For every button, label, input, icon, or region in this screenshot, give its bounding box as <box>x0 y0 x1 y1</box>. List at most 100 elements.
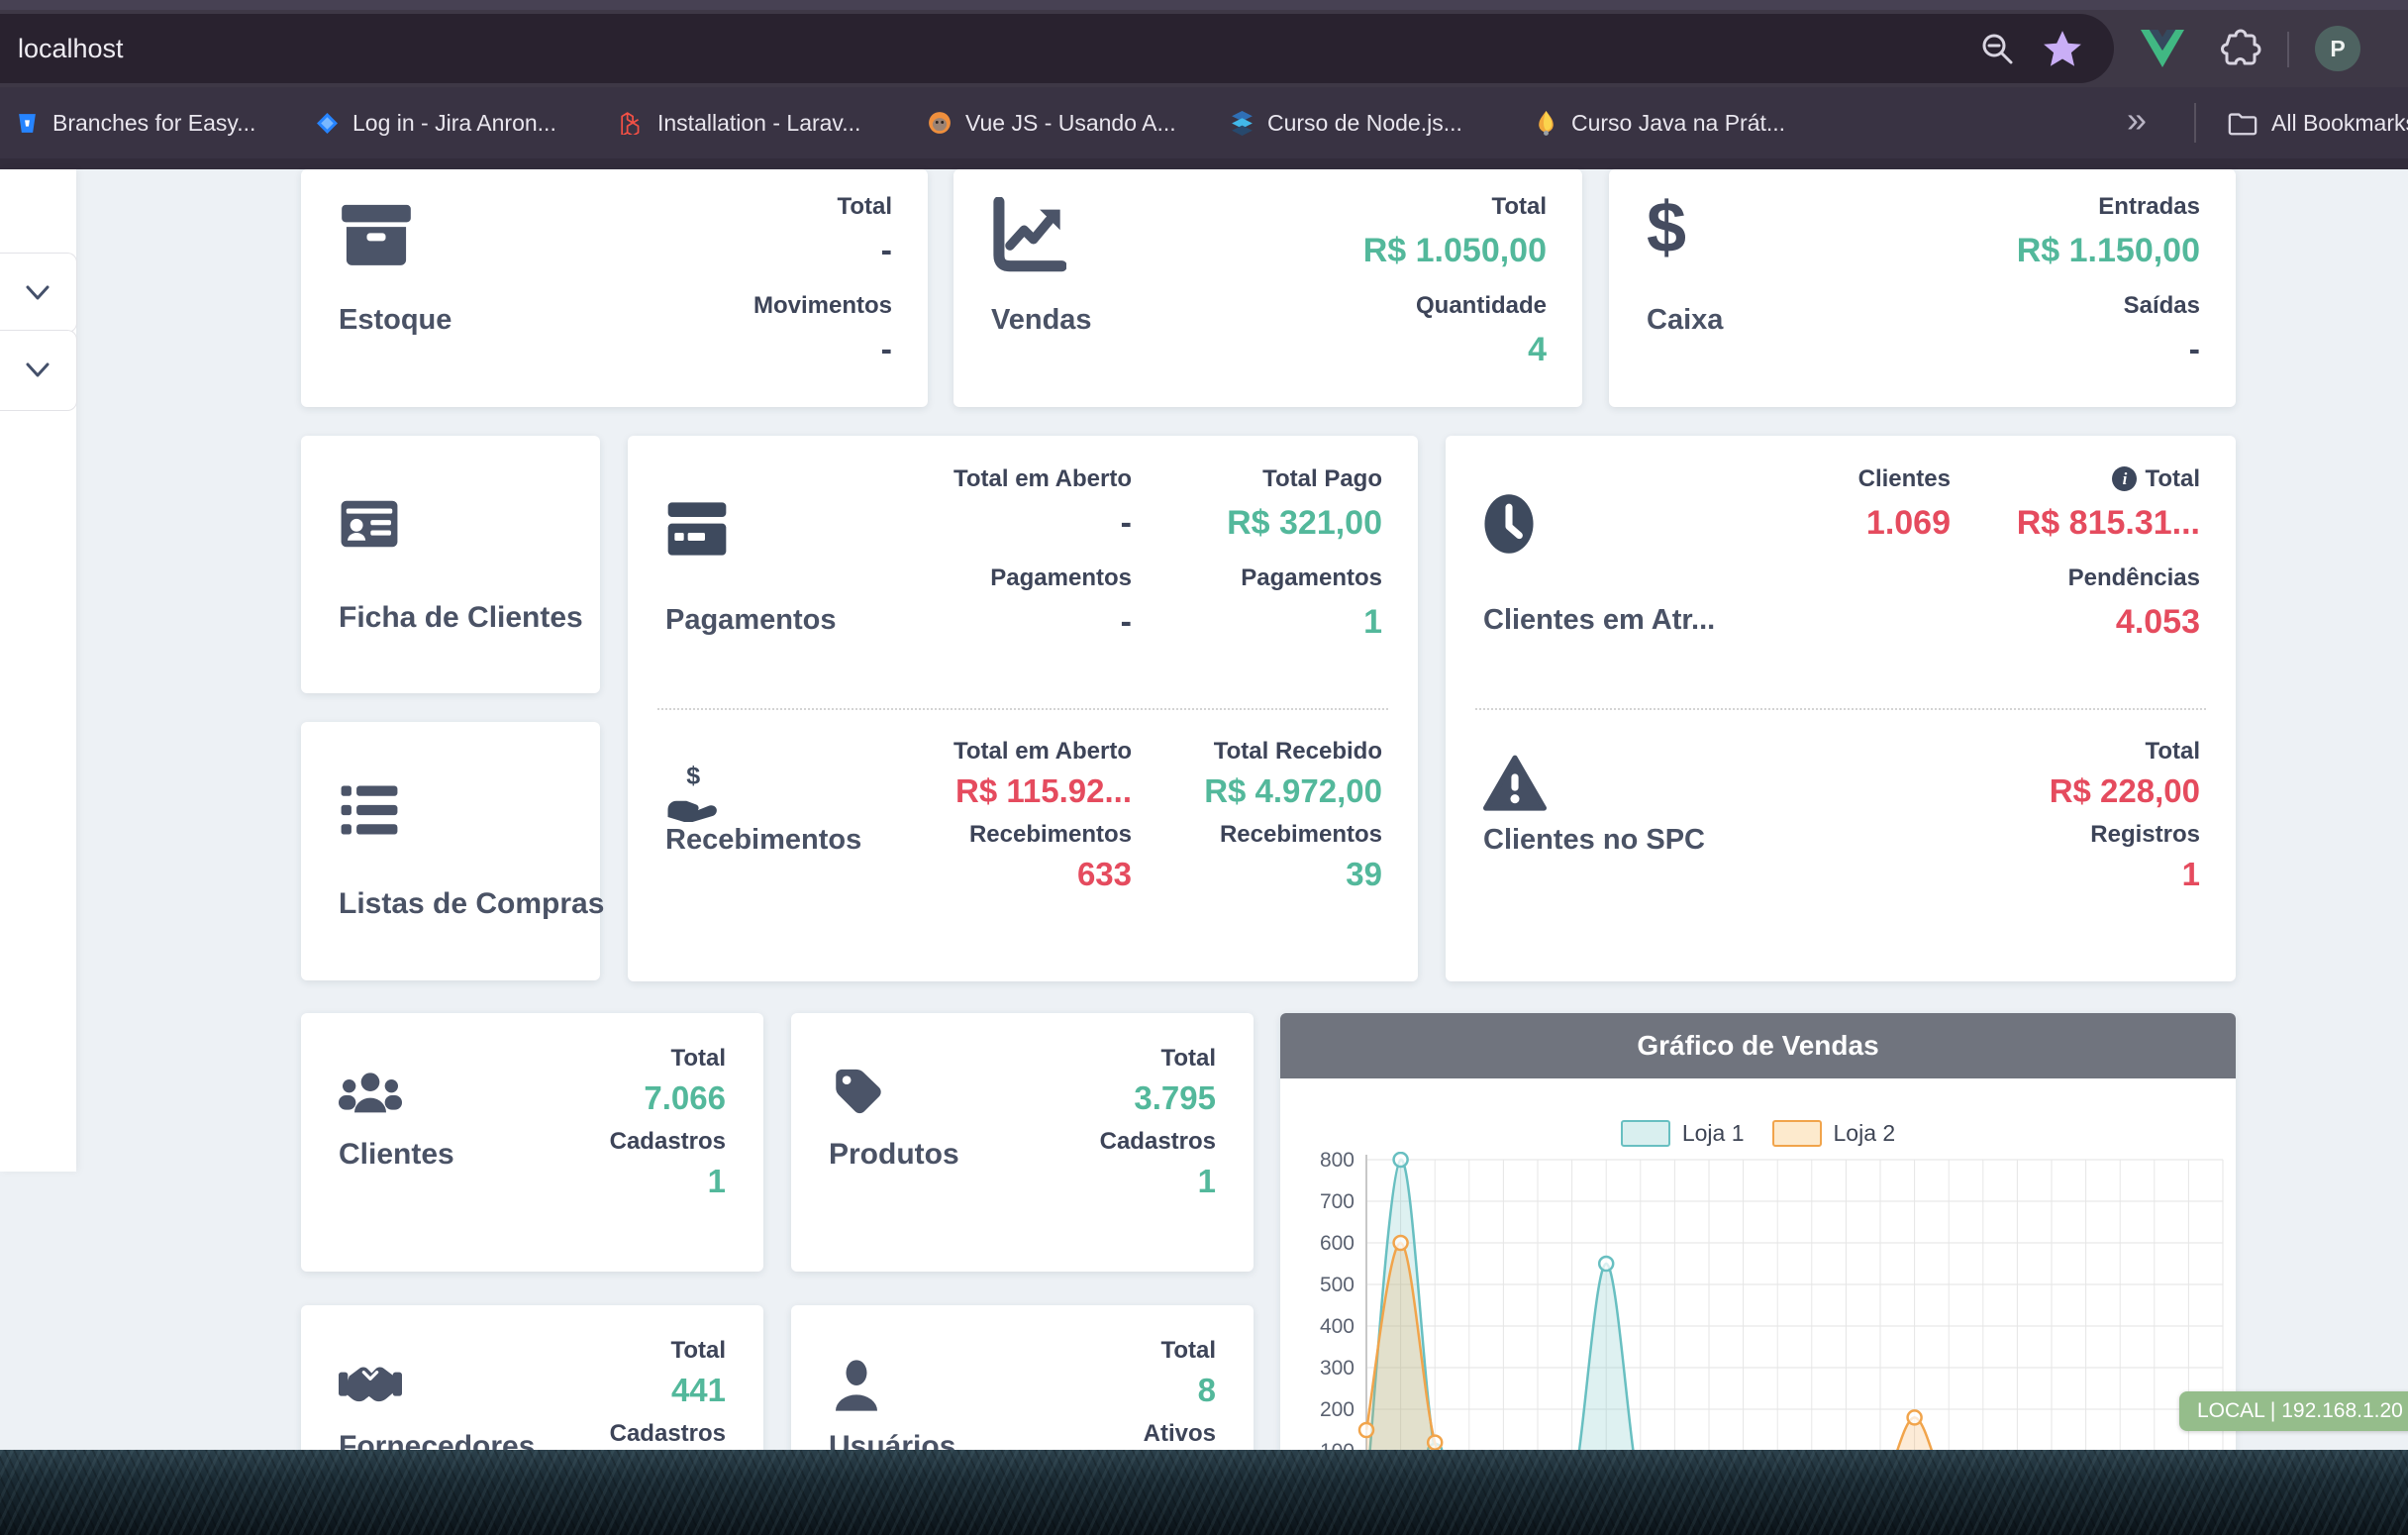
sidebar-collapse-item-2[interactable] <box>0 330 77 411</box>
bookmark-label: Installation - Larav... <box>657 110 860 137</box>
sidebar-collapse-item-1[interactable] <box>0 253 77 333</box>
browser-toolbar: localhost P <box>0 10 2408 87</box>
svg-text:300: 300 <box>1320 1357 1354 1380</box>
legend-item-loja2[interactable]: Loja 2 <box>1772 1120 1896 1147</box>
profile-avatar[interactable]: P <box>2315 26 2360 71</box>
stat-value: 39 <box>1204 853 1382 896</box>
stat-label: Total <box>610 1041 726 1076</box>
stat-label: iTotal <box>2017 461 2200 497</box>
stat-label: Total <box>610 1333 726 1369</box>
stat-label: Cadastros <box>610 1124 726 1160</box>
all-bookmarks-label: All Bookmarks <box>2271 110 2408 137</box>
bookmarks-overflow-chevron[interactable]: » <box>2127 87 2147 158</box>
desktop-wallpaper-ocean <box>0 1450 2408 1535</box>
stat-label: Cadastros <box>610 1416 726 1452</box>
bookmark-item[interactable]: Log in - Jira Anron... <box>316 87 556 158</box>
bookmark-label: Curso Java na Prát... <box>1571 110 1785 137</box>
stat-value: 1 <box>2050 853 2200 896</box>
card-title: Clientes em Atr... <box>1483 604 1715 637</box>
svg-text:700: 700 <box>1320 1190 1354 1213</box>
stat-value: R$ 228,00 <box>2050 769 2200 813</box>
bookmark-label: Vue JS - Usando A... <box>965 110 1176 137</box>
stat-label: Movimentos <box>753 288 892 324</box>
vue-devtools-icon[interactable] <box>2141 30 2184 72</box>
credit-card-icon <box>665 497 729 561</box>
card-ficha-clientes[interactable]: Ficha de Clientes <box>301 436 600 693</box>
card-pagamentos-recebimentos[interactable]: Pagamentos Total em Aberto - Pagamentos … <box>628 436 1418 981</box>
stat-label: Total <box>1100 1041 1216 1076</box>
svg-text:600: 600 <box>1320 1232 1354 1255</box>
all-bookmarks-button[interactable]: All Bookmarks <box>2228 87 2408 158</box>
card-title: Vendas <box>991 304 1092 337</box>
card-estoque[interactable]: Estoque Total - Movimentos - <box>301 169 928 407</box>
bookmark-item[interactable]: Curso Java na Prát... <box>1535 87 1785 158</box>
tab-strip <box>0 0 2408 10</box>
svg-text:800: 800 <box>1320 1152 1354 1172</box>
svg-text:500: 500 <box>1320 1274 1354 1296</box>
card-title: Clientes <box>339 1138 454 1172</box>
stat-label: Total <box>753 189 892 225</box>
list-icon <box>339 779 400 841</box>
stat-value: 4 <box>1363 324 1547 375</box>
stat-value: - <box>753 225 892 276</box>
chevron-down-icon <box>21 280 54 306</box>
stat-value: - <box>2017 324 2200 375</box>
stat-value: 4.053 <box>2017 596 2200 648</box>
info-icon[interactable]: i <box>2112 466 2137 491</box>
card-produtos[interactable]: Produtos Total 3.795 Cadastros 1 <box>791 1013 1254 1272</box>
stat-label: Pendências <box>2017 561 2200 596</box>
chart-title: Gráfico de Vendas <box>1280 1013 2236 1078</box>
toolbar-divider <box>2287 32 2289 67</box>
address-bar[interactable]: localhost <box>0 14 2114 83</box>
legend-swatch <box>1621 1120 1670 1147</box>
bookmark-item[interactable]: Vue JS - Usando A... <box>928 87 1176 158</box>
stat-value: - <box>953 596 1132 648</box>
svg-text:$: $ <box>686 763 700 789</box>
user-icon <box>829 1357 884 1414</box>
stat-value: R$ 321,00 <box>1227 497 1382 549</box>
stat-value: 441 <box>610 1369 726 1412</box>
browser-window: localhost P <box>0 0 2408 1535</box>
legend-item-loja1[interactable]: Loja 1 <box>1621 1120 1745 1147</box>
bitbucket-icon <box>16 112 39 135</box>
card-divider <box>1475 708 2206 710</box>
card-clientes[interactable]: Clientes Total 7.066 Cadastros 1 <box>301 1013 763 1272</box>
bookmarks-divider <box>2194 103 2196 143</box>
stat-label: Total <box>2050 734 2200 769</box>
stat-label: Total <box>1144 1333 1216 1369</box>
stat-label: Clientes <box>1858 461 1951 497</box>
stat-label: Total Recebido <box>1204 734 1382 769</box>
stat-value: 8 <box>1144 1369 1216 1412</box>
chrome-bottom-edge <box>0 158 2408 169</box>
card-listas-compras[interactable]: Listas de Compras <box>301 722 600 980</box>
stat-value: R$ 1.150,00 <box>2017 225 2200 276</box>
node-course-icon <box>1231 111 1254 136</box>
address-card-icon <box>339 493 400 555</box>
legend-label: Loja 2 <box>1834 1120 1896 1147</box>
bookmark-item[interactable]: Branches for Easy... <box>16 87 255 158</box>
card-vendas[interactable]: Vendas Total R$ 1.050,00 Quantidade 4 <box>953 169 1582 407</box>
folder-icon <box>2228 109 2258 137</box>
extensions-puzzle-icon[interactable] <box>2216 24 2263 76</box>
laravel-icon <box>620 111 644 135</box>
bookmark-label: Branches for Easy... <box>52 110 255 137</box>
stat-value: R$ 115.92... <box>953 769 1132 813</box>
bookmarks-bar: Branches for Easy... Log in - Jira Anron… <box>0 87 2408 158</box>
chart-line-icon <box>991 197 1066 272</box>
card-clientes-atraso-spc[interactable]: Clientes em Atr... Clientes 1.069 iTotal… <box>1446 436 2236 981</box>
zoom-out-icon[interactable] <box>1978 30 2018 74</box>
bookmark-label: Curso de Node.js... <box>1267 110 1462 137</box>
bookmark-item[interactable]: Installation - Larav... <box>620 87 860 158</box>
stat-label: Total em Aberto <box>953 461 1132 497</box>
url-text[interactable]: localhost <box>18 14 124 83</box>
card-caixa[interactable]: $ Caixa Entradas R$ 1.150,00 Saídas - <box>1609 169 2236 407</box>
stat-label: Recebimentos <box>953 817 1132 853</box>
card-title: Listas de Compras <box>339 887 604 921</box>
stat-label: Recebimentos <box>1204 817 1382 853</box>
card-title: Recebimentos <box>665 824 861 857</box>
stat-value: - <box>753 324 892 375</box>
bookmark-star-icon[interactable] <box>2042 29 2083 75</box>
bookmark-item[interactable]: Curso de Node.js... <box>1231 87 1462 158</box>
legend-swatch <box>1772 1120 1822 1147</box>
users-icon <box>339 1069 402 1122</box>
